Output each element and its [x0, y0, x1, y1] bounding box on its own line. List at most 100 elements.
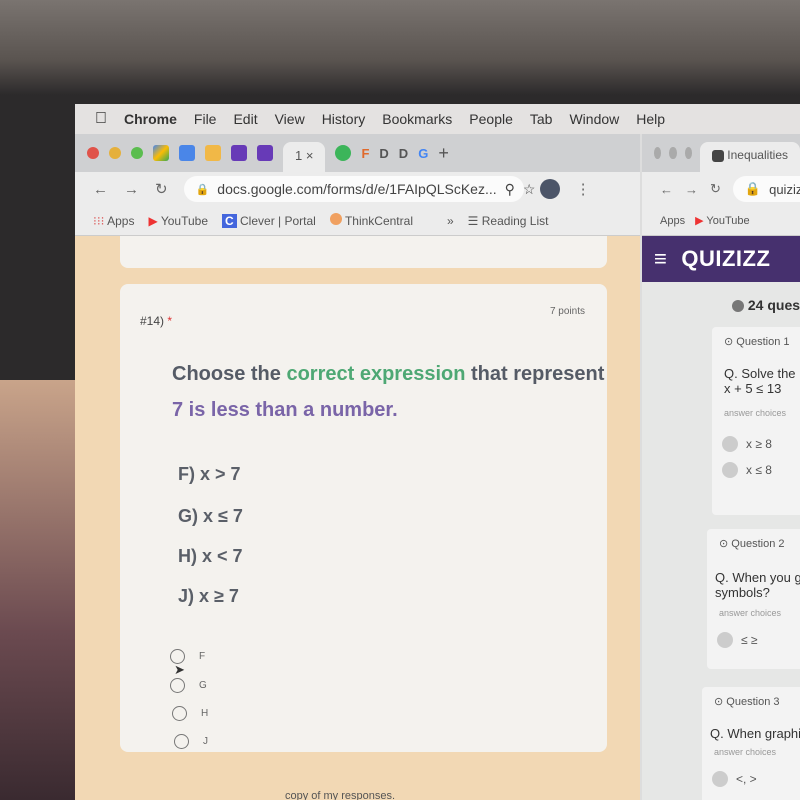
zoom-window-icon[interactable]: [131, 147, 143, 159]
new-tab-button[interactable]: +: [438, 143, 449, 164]
docs-tab-icon[interactable]: [179, 145, 195, 161]
choice-1: ≤ ≥: [707, 618, 800, 648]
apps-grid-icon: ⁝⁝⁝: [93, 213, 105, 228]
menu-edit[interactable]: Edit: [233, 111, 257, 127]
quizizz-logo[interactable]: QUIZIZZ: [681, 246, 770, 272]
bookmark-thinkcentral[interactable]: ThinkCentral: [329, 213, 413, 228]
question-label: ⊙ Question 2: [719, 538, 785, 550]
chrome-window-forms: 1 × F D D G + ← → ↻ 🔒 docs.google.com/fo…: [75, 134, 640, 800]
slides-tab-icon[interactable]: [205, 145, 221, 161]
question-number: #14) *: [140, 314, 172, 328]
quiz-question-card-2: ⊙ Question 2 Q. When you g symbols? answ…: [707, 529, 800, 669]
question-text: Q. When you g: [715, 570, 800, 585]
drive-tab-icon[interactable]: [153, 145, 169, 161]
menu-help[interactable]: Help: [636, 111, 665, 127]
forward-icon[interactable]: →: [124, 181, 139, 198]
url-input[interactable]: 🔒quizizz: [732, 176, 800, 202]
tab-d[interactable]: D: [379, 146, 388, 161]
zoom-icon[interactable]: ⚲: [505, 181, 515, 198]
radio-option-j[interactable]: J: [174, 734, 208, 749]
bookmark-youtube[interactable]: ▶ YouTube: [695, 214, 750, 227]
back-icon[interactable]: ←: [93, 181, 108, 198]
bookmark-youtube[interactable]: ▶ YouTube: [148, 214, 208, 228]
radio-label: G: [199, 680, 207, 691]
tab-d-2[interactable]: D: [399, 146, 408, 161]
menu-kebab-icon[interactable]: ⋮: [576, 180, 591, 198]
bookmarks-bar-right: Apps ▶ YouTube: [642, 206, 800, 236]
bookmark-apps[interactable]: Apps: [660, 215, 685, 227]
menu-bookmarks[interactable]: Bookmarks: [382, 111, 452, 127]
radio-circle[interactable]: [172, 706, 187, 721]
youtube-icon: ▶: [695, 215, 704, 227]
close-window-icon[interactable]: [87, 147, 99, 159]
question-label-text: Question 1: [736, 336, 790, 348]
menu-people[interactable]: People: [469, 111, 513, 127]
url-input[interactable]: 🔒 docs.google.com/forms/d/e/1FAIpQLScKez…: [183, 176, 535, 202]
close-window-icon[interactable]: [654, 147, 662, 159]
question-count: 24 quest: [732, 297, 800, 313]
lock-icon: 🔒: [195, 183, 210, 196]
question-label-text: Question 3: [726, 696, 780, 708]
choice-text: ≤ ≥: [741, 633, 758, 647]
forms-tab-icon-2[interactable]: [257, 145, 273, 161]
tab-active[interactable]: 1 ×: [283, 142, 326, 172]
address-bar: ← → ↻ 🔒 docs.google.com/forms/d/e/1FAIpQ…: [75, 172, 640, 206]
tab-inequalities[interactable]: Inequalities: [699, 142, 800, 172]
bookmark-label: ThinkCentral: [344, 214, 413, 228]
bookmark-clever[interactable]: C Clever | Portal: [222, 213, 316, 228]
mac-menubar:  Chrome File Edit View History Bookmark…: [75, 104, 800, 134]
question-number-text: #14): [140, 314, 165, 328]
question-card: #14) * 7 points Choose the correct expre…: [120, 284, 607, 752]
profile-avatar[interactable]: [539, 179, 560, 199]
answer-choices-label: answer choices: [724, 408, 787, 418]
radio-circle[interactable]: [170, 678, 185, 693]
radio-option-h[interactable]: H: [172, 706, 208, 721]
menu-view[interactable]: View: [275, 111, 305, 127]
question-count-icon: [732, 300, 744, 313]
menu-window[interactable]: Window: [569, 111, 619, 127]
more-bookmarks[interactable]: »: [447, 214, 454, 228]
question-label-text: Question 2: [731, 538, 785, 550]
address-bar-right: ← → ↻ 🔒quizizz: [642, 172, 800, 206]
menu-file[interactable]: File: [194, 111, 217, 127]
zoom-window-icon[interactable]: [684, 147, 692, 159]
quiz-question-card-1: ⊙ Question 1 Q. Solve the x + 5 ≤ 13 ans…: [712, 327, 800, 515]
bookmark-apps[interactable]: ⁝⁝⁝ Apps: [93, 214, 134, 228]
menu-app[interactable]: Chrome: [124, 111, 177, 127]
youtube-icon: ▶: [148, 213, 158, 228]
back-icon[interactable]: ←: [660, 182, 673, 197]
question-label: ⊙ Question 1: [724, 336, 790, 348]
minimize-window-icon[interactable]: [109, 147, 121, 159]
chrome-window-quizizz: Inequalities ← → ↻ 🔒quizizz Apps ▶ YouTu…: [642, 134, 800, 800]
forward-icon[interactable]: →: [685, 182, 698, 197]
choice-1: <, >: [702, 757, 800, 787]
bookmark-label: Apps: [660, 214, 686, 227]
url-text: docs.google.com/forms/d/e/1FAIpQLScKez..…: [217, 181, 497, 197]
close-tab-icon[interactable]: ×: [306, 148, 314, 163]
question-text-highlight: correct expression: [286, 363, 466, 385]
reading-list[interactable]: ☰ Reading List: [468, 214, 549, 228]
choice-bullet: [712, 771, 728, 787]
tab-f[interactable]: F: [361, 146, 369, 161]
bookmark-label: YouTube: [160, 213, 208, 228]
radio-option-g[interactable]: G: [170, 678, 207, 693]
question-line-2: x + 5 ≤ 13: [724, 381, 782, 396]
forms-tab-icon[interactable]: [231, 145, 247, 161]
reload-icon[interactable]: ↻: [710, 181, 721, 197]
radio-label: H: [201, 708, 209, 719]
menu-history[interactable]: History: [322, 111, 366, 127]
reload-icon[interactable]: ↻: [155, 180, 168, 198]
laptop-screen:  Chrome File Edit View History Bookmark…: [75, 104, 800, 800]
question-label: ⊙ Question 3: [714, 696, 780, 708]
apple-icon[interactable]: : [95, 110, 107, 128]
quizizz-tab-icon: [711, 149, 724, 162]
minimize-window-icon[interactable]: [669, 147, 677, 159]
menu-tab[interactable]: Tab: [530, 111, 553, 127]
hamburger-menu-icon[interactable]: ≡: [654, 246, 667, 272]
radio-circle[interactable]: [174, 734, 189, 749]
question-text-part: Choose the: [172, 363, 287, 385]
green-tab-icon[interactable]: [335, 145, 352, 161]
tab-google[interactable]: G: [418, 146, 428, 161]
star-icon[interactable]: ☆: [523, 181, 536, 198]
clever-icon: C: [222, 213, 237, 228]
